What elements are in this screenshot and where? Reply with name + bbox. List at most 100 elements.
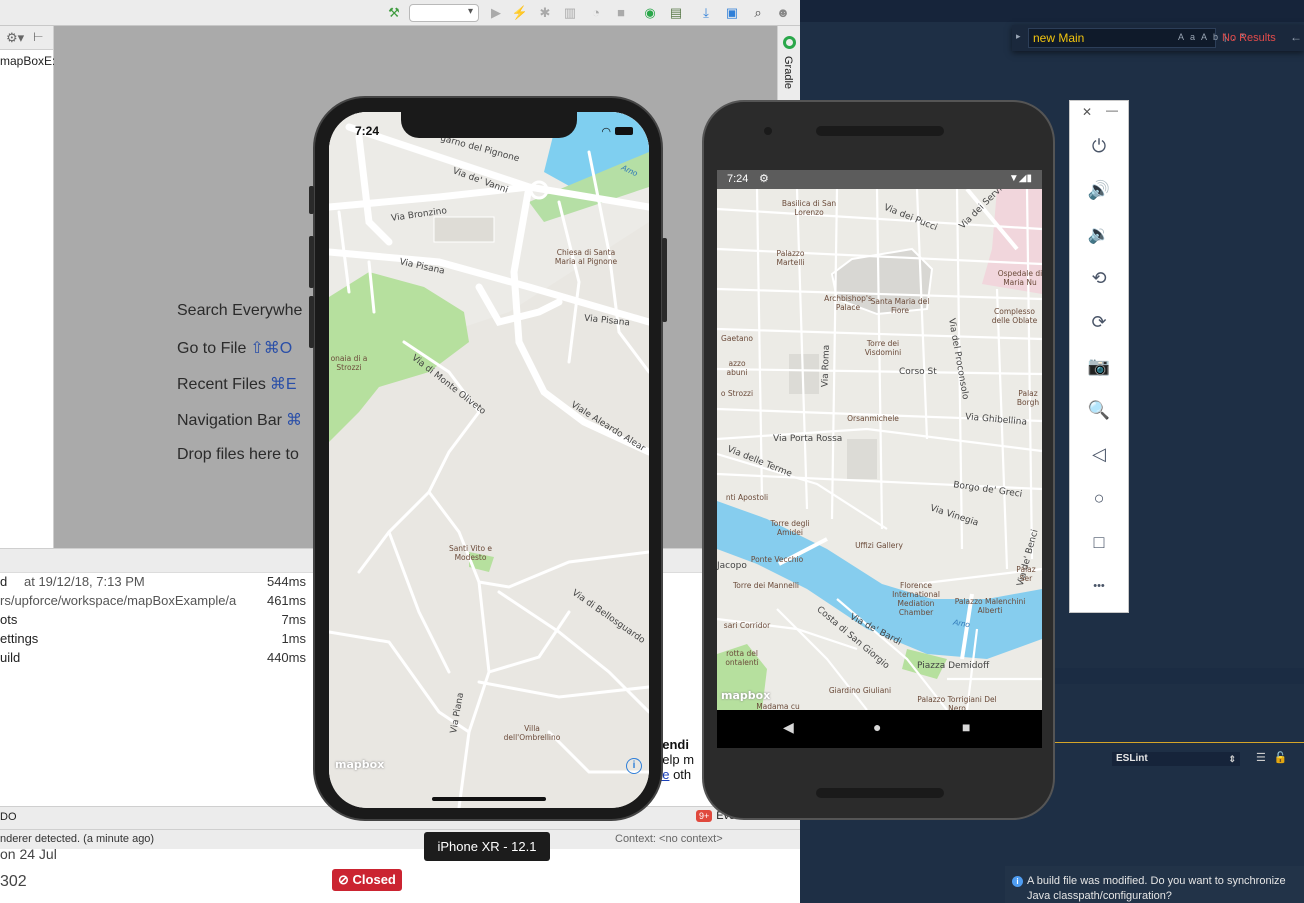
avd-manager-icon[interactable]: ▤ — [667, 4, 685, 22]
panel-actions: ☰🔓 — [1256, 751, 1296, 764]
clear-output-icon[interactable]: ☰ — [1256, 752, 1274, 764]
build-row[interactable]: rs/upforce/workspace/mapBoxExample/a 461… — [0, 593, 320, 612]
stop-icon[interactable]: ■ — [612, 4, 630, 22]
issue-number: 302 — [0, 873, 27, 890]
map-label: Complesso delle Oblate — [991, 307, 1038, 325]
gradle-sync-icon[interactable]: ◉ — [641, 4, 659, 22]
attribution-info-button[interactable]: i — [626, 758, 642, 774]
map-label: Ospedale di Maria Nu — [997, 269, 1042, 287]
map-label: Corso St — [899, 367, 937, 377]
map-label: Florence International Mediation Chamber — [892, 581, 940, 617]
rotate-left-icon[interactable]: ⟲ — [1070, 263, 1128, 293]
build-hammer-icon[interactable]: ⚒ — [385, 4, 403, 22]
map-label: Via Porta Rossa — [773, 434, 843, 444]
map-label: Gaetano — [721, 334, 753, 343]
top-speaker — [816, 126, 944, 136]
map-label: Basilica di San Lorenzo — [781, 199, 837, 217]
front-camera — [764, 127, 772, 135]
android-screen[interactable]: 7:24 ⚙ ▼◢▮ Basilica di San Lorenzo Via d… — [717, 170, 1042, 748]
todo-tab[interactable]: DO — [0, 811, 17, 823]
run-icon[interactable]: ▶ — [487, 4, 505, 22]
rotate-right-icon[interactable]: ⟳ — [1070, 307, 1128, 337]
map-label: onaia di a Strozzi — [330, 354, 368, 372]
project-panel: ⚙▾ ⊢ mapBoxE: — [0, 26, 54, 548]
iphone-xr-simulator: 7:24 ◠ garno del Pignone Via de' Vanni Via… — [309, 96, 667, 821]
previous-match-icon[interactable]: ← — [1290, 30, 1302, 44]
more-icon[interactable]: ••• — [1070, 571, 1128, 601]
overview-icon[interactable]: □ — [1070, 527, 1128, 557]
map-label: Uffizi Gallery — [855, 541, 903, 550]
map-label: Palazzo Malenchini Alberti — [954, 597, 1026, 615]
map-label: Torre dei Mannelli — [732, 581, 800, 590]
volume-up-button[interactable] — [309, 236, 314, 288]
map-label: Palaz Ser — [1016, 565, 1036, 583]
map-label: Giardino Giuliani — [828, 686, 892, 695]
map-label: sari Corridor — [723, 621, 771, 630]
status-message: nderer detected. (a minute ago) — [0, 833, 155, 845]
toggle-replace-icon[interactable]: ▸ — [1016, 31, 1021, 42]
back-icon[interactable]: ◁ — [1070, 439, 1128, 469]
search-icon[interactable]: ⌕ — [749, 4, 767, 22]
volume-up-icon[interactable]: 🔊 — [1070, 175, 1128, 205]
project-tree-root[interactable]: mapBoxE: — [0, 54, 54, 68]
gradle-label[interactable]: Gradle — [782, 56, 794, 89]
camera-icon[interactable]: 📷 — [1070, 351, 1128, 381]
notification-toast[interactable]: i A build file was modified. Do you want… — [1005, 866, 1304, 903]
sdk-manager-icon[interactable]: ⤓ — [697, 4, 715, 22]
back-icon[interactable]: ◀ — [783, 719, 794, 736]
overview-icon[interactable]: ■ — [962, 719, 970, 735]
project-structure-icon[interactable]: ▣ — [723, 4, 741, 22]
map-label: azzo abuni — [726, 359, 748, 377]
ios-status-time: 7:24 — [355, 124, 380, 138]
settings-icon: ⚙ — [759, 173, 769, 185]
output-channel-select[interactable]: ESLint — [1112, 752, 1240, 766]
gear-icon[interactable]: ⚙▾ — [6, 30, 24, 46]
event-count-badge: 9+ — [696, 810, 713, 822]
emulator-control-panel: ✕ — ⏻ 🔊 🔉 ⟲ ⟳ 📷 🔍 ◁ ○ □ ••• — [1069, 100, 1129, 613]
collapse-icon[interactable]: ⊢ — [33, 30, 43, 44]
map-label: Torre degli Amidei — [770, 519, 810, 537]
debug-icon[interactable]: ✱ — [536, 4, 554, 22]
hint-navigation-bar: Navigation Bar ⌘ — [177, 412, 302, 429]
mute-switch[interactable] — [309, 186, 314, 214]
lock-scroll-icon[interactable]: 🔓 — [1274, 752, 1296, 764]
run-configuration-select[interactable] — [409, 4, 479, 22]
apply-changes-icon[interactable]: ⚡ — [511, 4, 529, 22]
side-button[interactable] — [662, 238, 667, 322]
background-web-page: on 24 Jul 302 ⊘ Closed — [0, 846, 800, 903]
android-emulator: 7:24 ⚙ ▼◢▮ Basilica di San Lorenzo Via d… — [702, 100, 1055, 820]
map-label: Ponte Vecchio — [750, 555, 804, 564]
profile-icon[interactable]: ▥ — [561, 4, 579, 22]
iphone-notch — [401, 112, 577, 138]
map-label: Santa Maria del Fiore — [870, 297, 930, 315]
home-icon[interactable]: ○ — [1070, 483, 1128, 513]
build-row[interactable]: ettings 1ms — [0, 631, 320, 650]
home-indicator[interactable] — [432, 797, 546, 801]
map-label: Palazzo Martelli — [776, 249, 805, 267]
close-icon[interactable]: ✕ — [1082, 105, 1092, 119]
zoom-icon[interactable]: 🔍 — [1070, 395, 1128, 425]
battery-icon — [615, 127, 633, 135]
volume-down-button[interactable] — [309, 296, 314, 348]
power-icon[interactable]: ⏻ — [1070, 131, 1128, 161]
map-label: Via Roma — [820, 344, 832, 388]
device-tooltip: iPhone XR - 12.1 — [424, 832, 550, 861]
android-navigation-bar: ◀ ● ■ — [717, 710, 1042, 748]
project-panel-header: ⚙▾ ⊢ — [0, 26, 53, 50]
build-row[interactable]: uild 440ms — [0, 650, 320, 669]
map-label: Piazza Demidoff — [917, 661, 990, 671]
mapbox-logo[interactable]: mapbox — [721, 689, 770, 702]
ios-map-canvas[interactable] — [329, 112, 649, 808]
map-label: Santi Vito e Modesto — [448, 544, 493, 562]
minimize-icon[interactable]: — — [1106, 103, 1118, 117]
android-map-view[interactable]: Basilica di San Lorenzo Via dei Pucci Via … — [717, 189, 1042, 710]
build-row[interactable]: d at 19/12/18, 7:13 PM 544ms — [0, 574, 320, 593]
attach-debugger-icon[interactable]: ◔ — [587, 4, 605, 22]
build-row[interactable]: ots 7ms — [0, 612, 320, 631]
iphone-screen[interactable]: 7:24 ◠ garno del Pignone Via de' Vanni Via… — [329, 112, 649, 808]
home-icon[interactable]: ● — [873, 719, 881, 735]
volume-down-icon[interactable]: 🔉 — [1070, 219, 1128, 249]
mapbox-logo[interactable]: mapbox — [335, 758, 384, 771]
user-icon[interactable]: ☻ — [774, 4, 792, 22]
hint-drop-files: Drop files here to — [177, 446, 299, 463]
